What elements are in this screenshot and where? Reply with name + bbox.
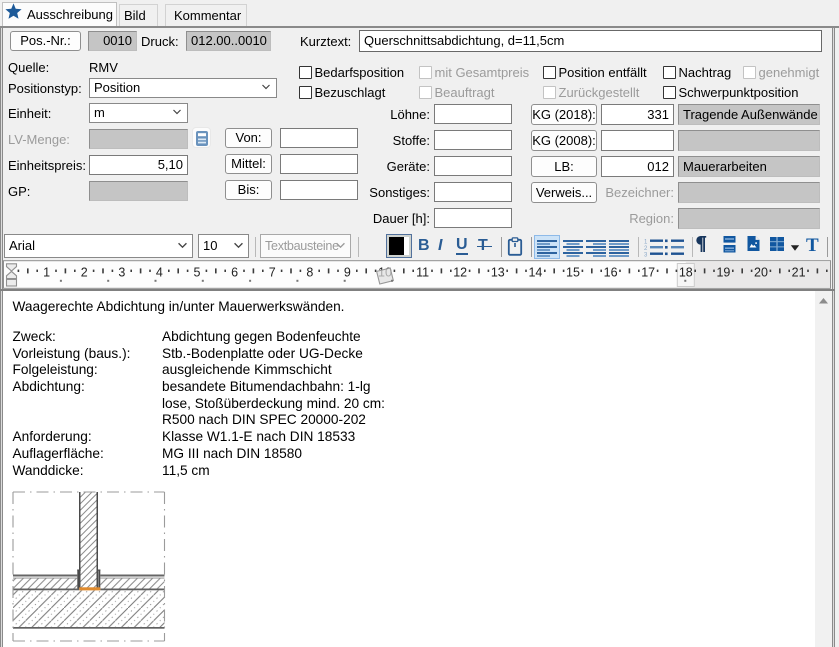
svg-text:3: 3 <box>644 253 648 258</box>
svg-text:13: 13 <box>491 266 505 280</box>
svg-text:7: 7 <box>269 266 276 280</box>
svg-text:19: 19 <box>716 266 730 280</box>
svg-text:15: 15 <box>566 266 580 280</box>
svg-text:8: 8 <box>306 266 313 280</box>
svg-text:6: 6 <box>231 266 238 280</box>
svg-text:2: 2 <box>81 266 88 280</box>
svg-text:11: 11 <box>416 266 429 280</box>
svg-text:21: 21 <box>792 266 806 280</box>
svg-text:1: 1 <box>644 240 648 246</box>
svg-text:5: 5 <box>194 266 201 280</box>
svg-text:12: 12 <box>453 266 467 280</box>
svg-text:16: 16 <box>604 266 618 280</box>
svg-text:9: 9 <box>344 266 351 280</box>
svg-text:3: 3 <box>118 266 125 280</box>
svg-text:20: 20 <box>754 266 768 280</box>
svg-text:2: 2 <box>644 246 648 252</box>
svg-text:14: 14 <box>528 266 542 280</box>
svg-text:17: 17 <box>641 266 655 280</box>
svg-text:18: 18 <box>679 266 693 280</box>
svg-text:4: 4 <box>156 266 163 280</box>
svg-text:1: 1 <box>43 266 50 280</box>
